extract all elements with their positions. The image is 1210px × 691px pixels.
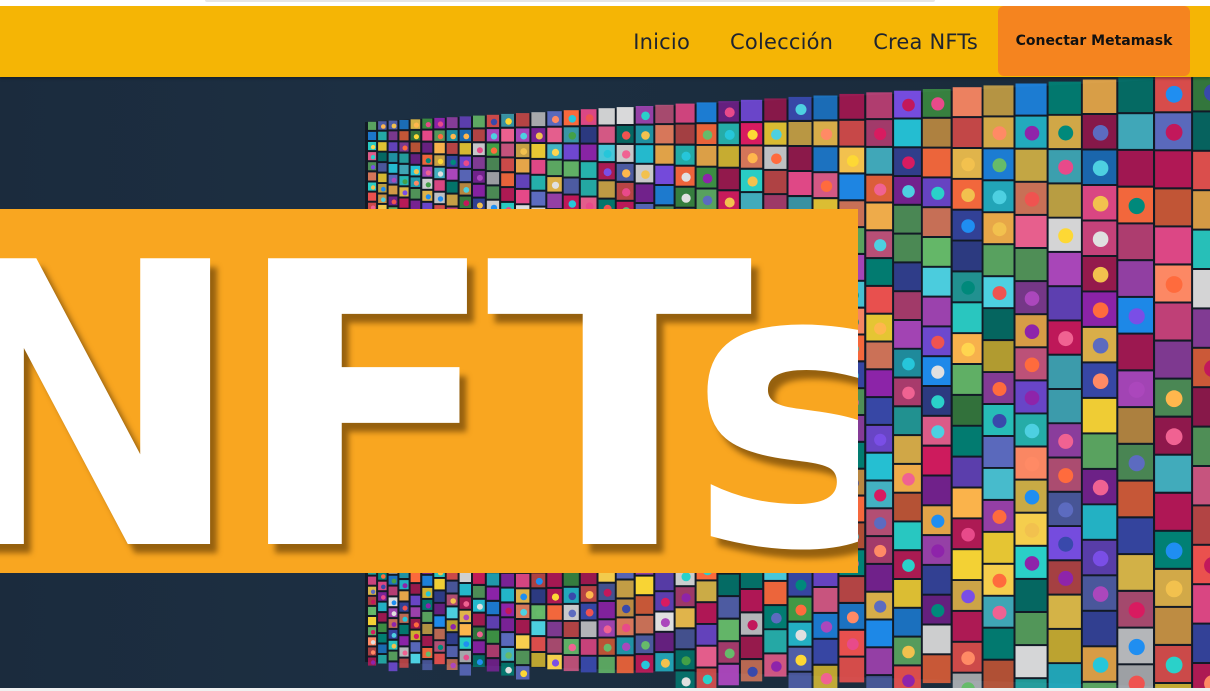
nav-link-crea-nfts[interactable]: Crea NFTs xyxy=(873,30,978,54)
hero-section: NFTs xyxy=(0,77,1210,688)
nav-links: Inicio Colección Crea NFTs xyxy=(593,6,978,77)
nav-link-inicio[interactable]: Inicio xyxy=(633,30,690,54)
browser-address-bar-edge xyxy=(205,0,935,2)
hero-title: NFTs xyxy=(0,209,858,573)
connect-metamask-button[interactable]: Conectar Metamask xyxy=(998,6,1190,76)
hero-banner: NFTs xyxy=(0,209,858,573)
navbar: Inicio Colección Crea NFTs Conectar Meta… xyxy=(0,6,1210,77)
nav-link-coleccion[interactable]: Colección xyxy=(730,30,833,54)
